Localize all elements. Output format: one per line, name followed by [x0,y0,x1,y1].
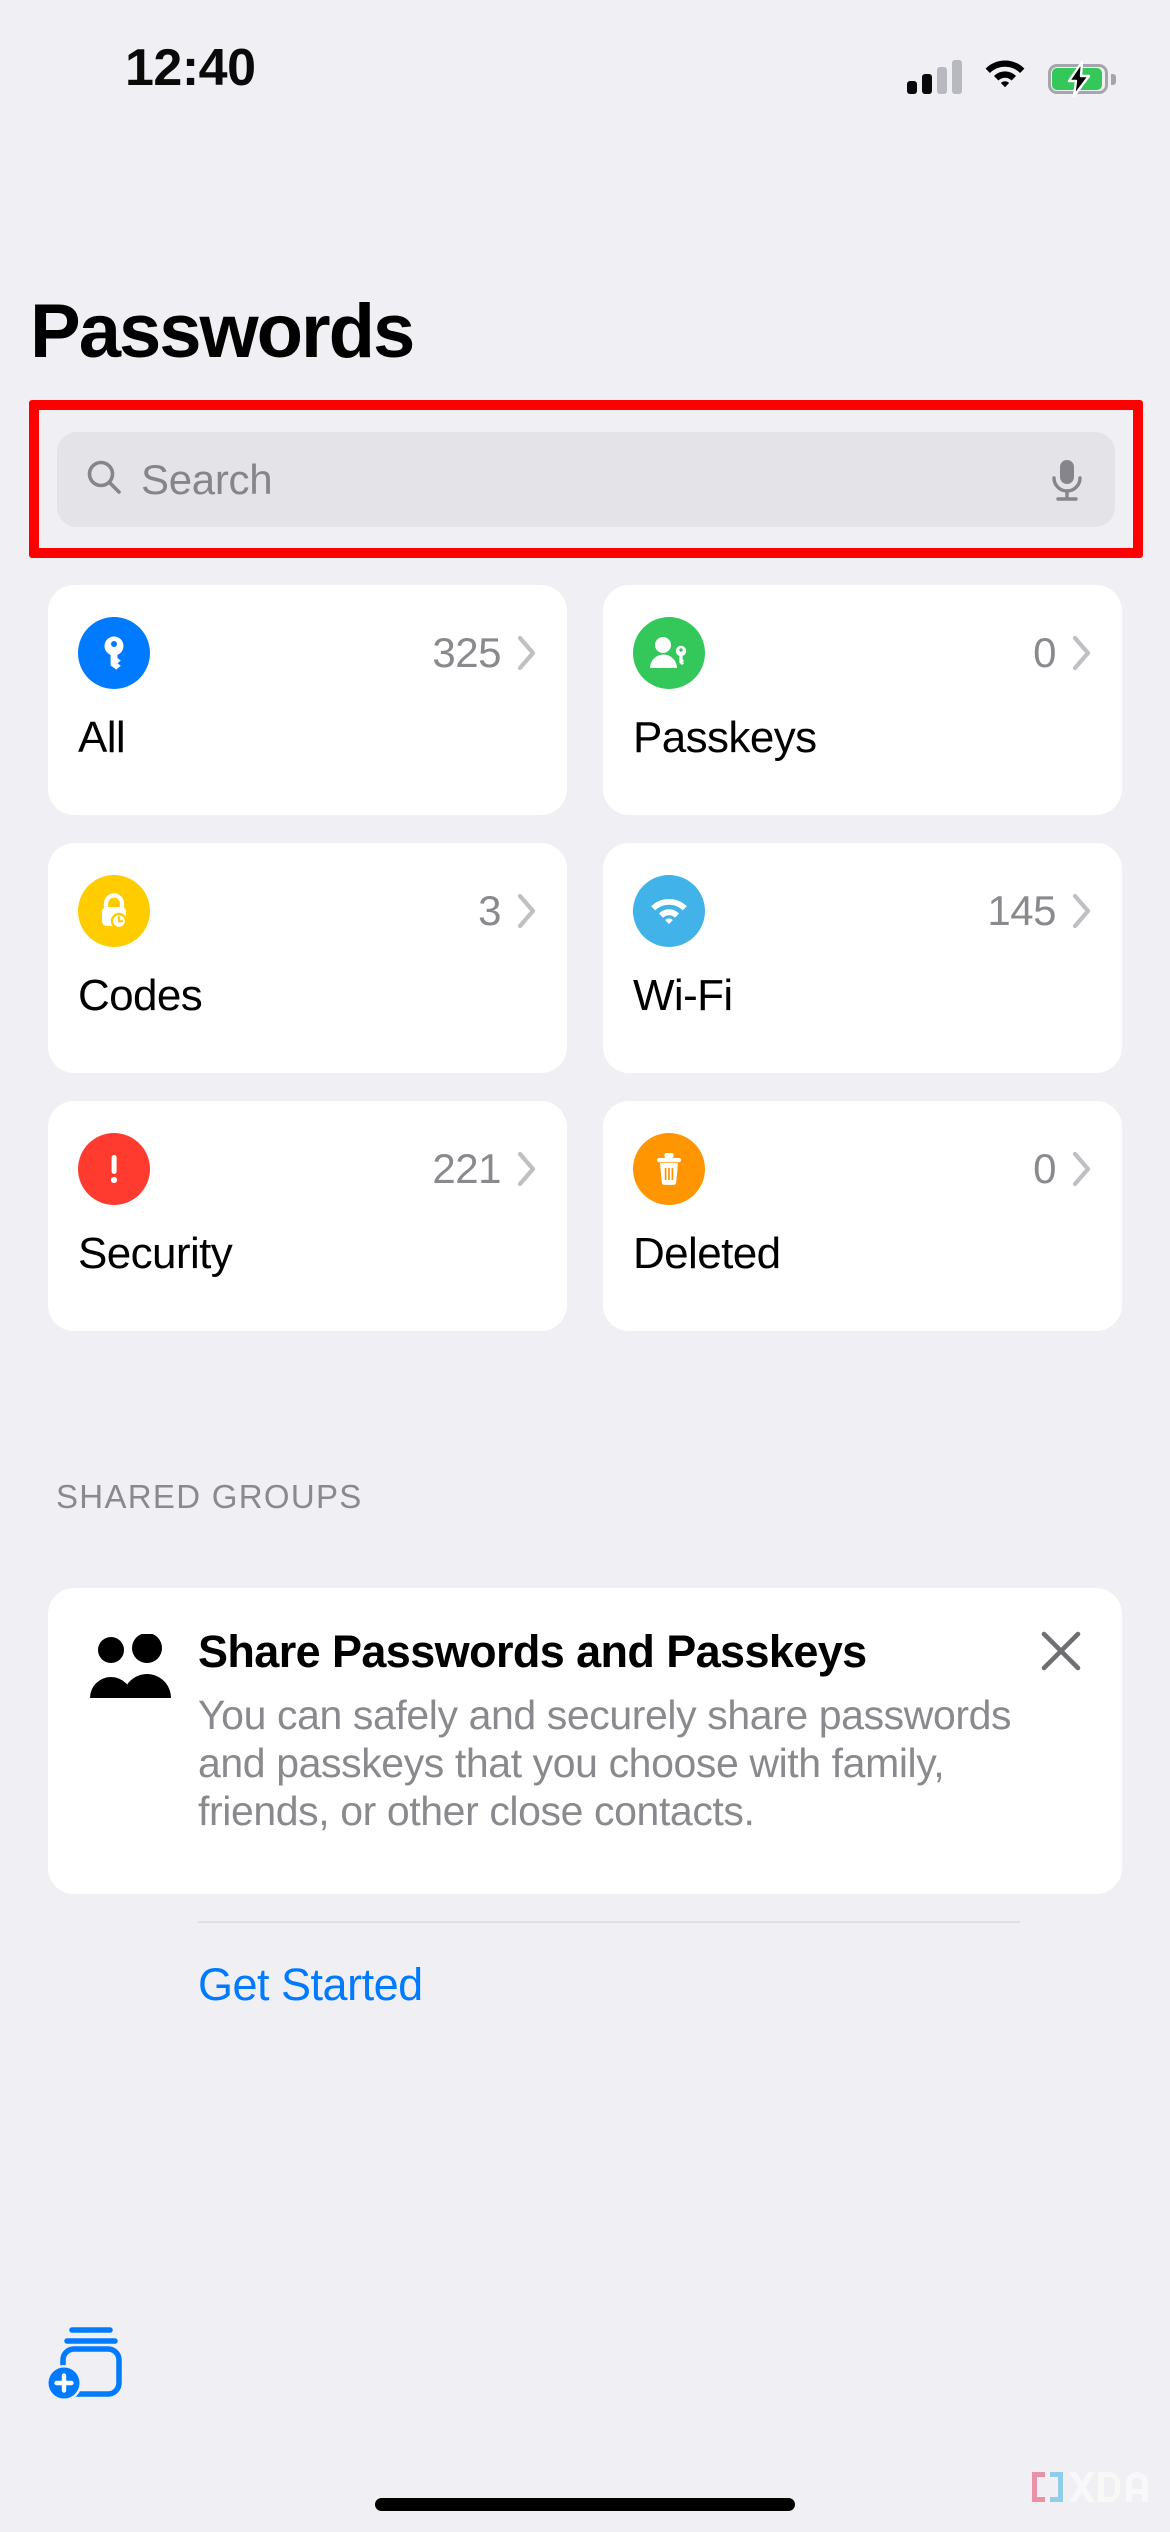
trash-icon [633,1133,705,1205]
category-count: 0 [1033,1145,1056,1192]
status-bar-time: 12:40 [125,39,256,97]
exclamation-icon [78,1133,150,1205]
chevron-right-icon [1072,1151,1091,1187]
search-icon [57,458,123,501]
share-card-description: You can safely and securely share passwo… [198,1692,1012,1834]
share-card-divider [198,1921,1020,1923]
status-bar-indicators [907,50,1116,97]
category-card-security[interactable]: 221 Security [48,1101,567,1331]
chevron-right-icon [1072,893,1091,929]
status-bar: 12:40 [0,0,1170,120]
category-count: 0 [1033,629,1056,676]
category-label: Security [78,1229,233,1278]
category-card-passkeys[interactable]: 0 Passkeys [603,585,1122,815]
search-placeholder: Search [141,455,273,503]
lock-clock-icon [78,875,150,947]
category-label: Passkeys [633,713,817,762]
category-card-codes[interactable]: 3 Codes [48,843,567,1073]
category-label: Wi-Fi [633,971,733,1020]
category-count: 325 [432,629,501,676]
chevron-right-icon [1072,635,1091,671]
chevron-right-icon [517,1151,536,1187]
category-count: 3 [478,887,501,934]
chevron-right-icon [517,635,536,671]
phone-screen: 12:40 Passwords Search 325 All 0 Passkey… [0,0,1170,2532]
category-grid: 325 All 0 Passkeys 3 Codes 145 Wi-Fi 221… [48,585,1122,1331]
chevron-right-icon [517,893,536,929]
wifi-icon [633,875,705,947]
battery-charging-icon [1048,61,1116,97]
category-count: 221 [432,1145,501,1192]
category-label: Codes [78,971,203,1020]
get-started-button[interactable]: Get Started [198,1959,423,2011]
category-label: All [78,713,126,762]
home-indicator[interactable] [375,2498,795,2511]
page-title: Passwords [30,289,415,374]
section-header-shared-groups: SHARED GROUPS [56,1478,363,1515]
person-key-icon [633,617,705,689]
category-count: 145 [987,887,1056,934]
share-passwords-card: Share Passwords and Passkeys You can saf… [48,1588,1122,2010]
category-card-deleted[interactable]: 0 Deleted [603,1101,1122,1331]
share-card-title: Share Passwords and Passkeys [198,1626,867,1677]
category-card-all[interactable]: 325 All [48,585,567,815]
wifi-icon [984,57,1026,94]
key-icon [78,617,150,689]
category-card-wifi[interactable]: 145 Wi-Fi [603,843,1122,1073]
category-label: Deleted [633,1229,781,1278]
search-input[interactable]: Search [57,432,1115,527]
cellular-signal-icon [907,60,962,94]
